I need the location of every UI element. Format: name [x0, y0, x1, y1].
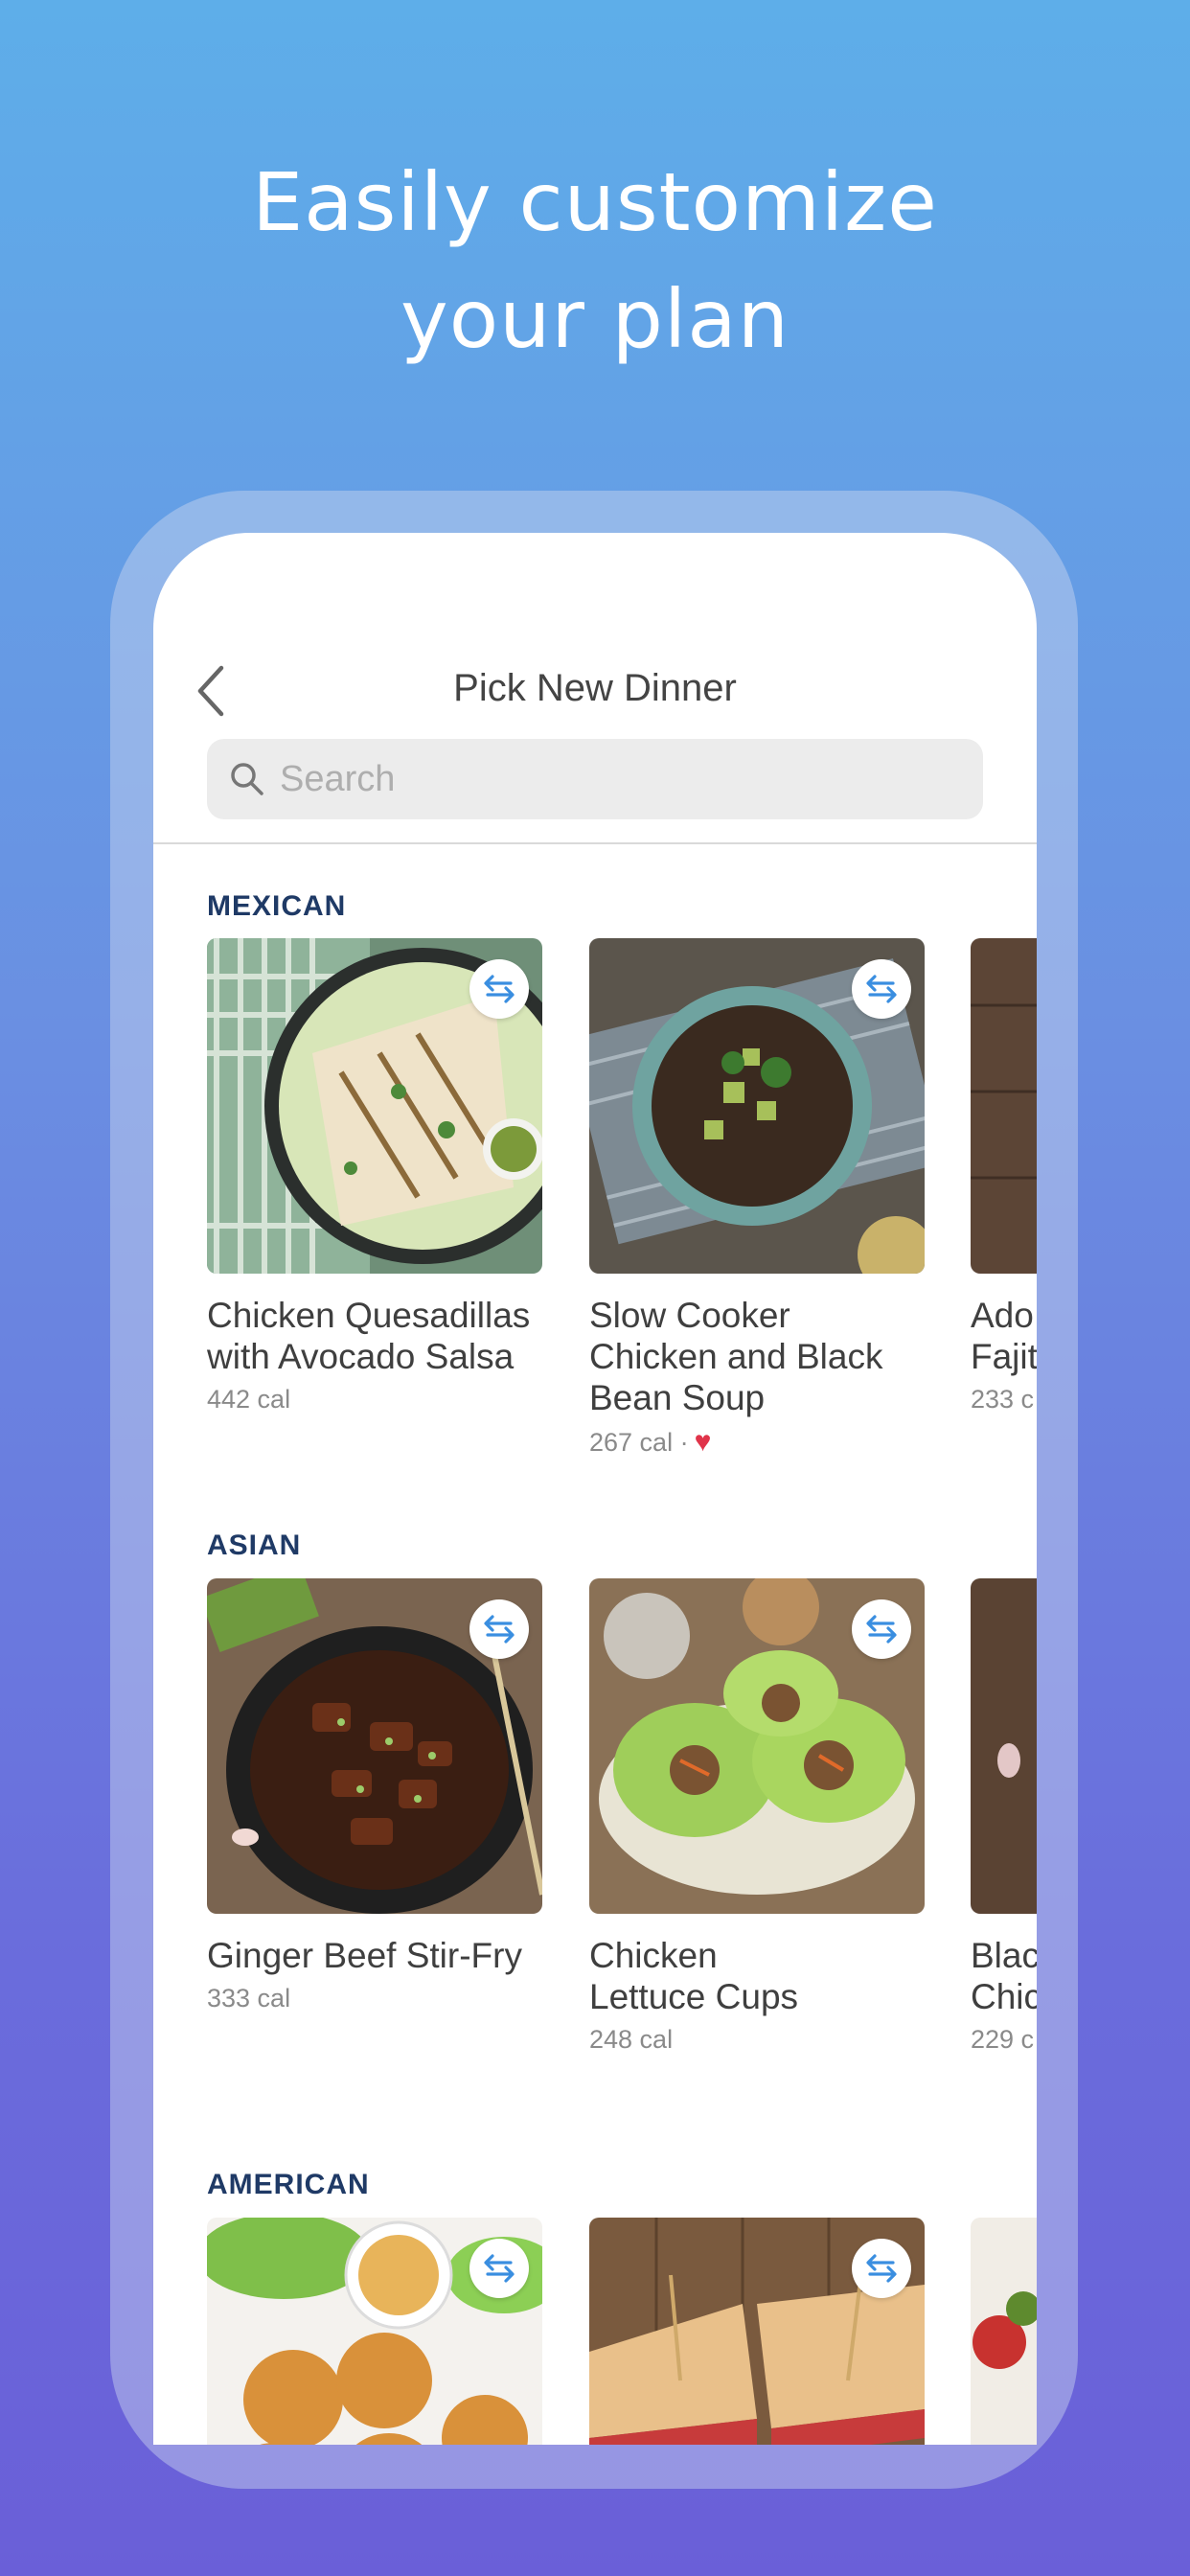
recipe-card[interactable]	[207, 2218, 542, 2445]
recipe-name: Slow Cooker Chicken and Black Bean Soup	[589, 1296, 883, 1417]
recipe-card[interactable]: Ado Fajit 233 c	[971, 938, 1037, 1414]
nav-bar: Pick New Dinner	[153, 533, 1037, 844]
recipe-card[interactable]	[971, 2218, 1037, 2445]
recipe-image	[207, 938, 542, 1274]
page-title: Pick New Dinner	[453, 667, 737, 709]
recipe-name: Chicken Quesadillas with Avocado Salsa	[207, 1296, 531, 1376]
recipe-image	[589, 938, 925, 1274]
search-input[interactable]	[280, 758, 950, 800]
swap-arrows-icon	[484, 2254, 515, 2283]
recipe-calories: 233 c	[971, 1385, 1035, 1414]
recipe-image	[589, 2218, 925, 2445]
phone-screen: Pick New Dinner MEXICAN	[153, 533, 1037, 2445]
headline-line-2: your plan	[400, 272, 790, 366]
section-title-mexican: MEXICAN	[207, 890, 347, 922]
recipe-calories: 229 c	[971, 2025, 1035, 2054]
swap-button[interactable]	[469, 1599, 529, 1659]
headline-line-1: Easily customize	[252, 155, 938, 249]
swap-arrows-icon	[866, 975, 897, 1003]
recipe-name: Ginger Beef Stir-Fry	[207, 1936, 522, 1975]
recipe-image	[207, 2218, 542, 2445]
recipe-card[interactable]: Slow Cooker Chicken and Black Bean Soup …	[589, 938, 925, 1459]
swap-button[interactable]	[469, 959, 529, 1019]
swap-button[interactable]	[852, 959, 911, 1019]
recipe-card[interactable]: Ginger Beef Stir-Fry 333 cal	[207, 1578, 542, 2013]
swap-arrows-icon	[866, 1615, 897, 1644]
swap-button[interactable]	[852, 2239, 911, 2298]
search-icon	[231, 763, 263, 795]
section-title-asian: ASIAN	[207, 1530, 302, 1561]
headline: Easily customize your plan	[0, 144, 1190, 378]
recipe-name: Chicken Lettuce Cups	[589, 1936, 799, 2016]
recipe-name: Blac Chic	[971, 1936, 1037, 2016]
swap-arrows-icon	[484, 1615, 515, 1644]
recipe-card[interactable]: Blac Chic 229 c	[971, 1578, 1037, 2055]
swap-button[interactable]	[469, 2239, 529, 2298]
heart-icon: ♥	[694, 1426, 712, 1458]
swap-arrows-icon	[866, 2254, 897, 2283]
recipe-card[interactable]: Chicken Lettuce Cups 248 cal	[589, 1578, 925, 2055]
recipe-calories: 442 cal	[207, 1385, 291, 1414]
recipe-card[interactable]	[589, 2218, 925, 2445]
recipe-image	[971, 1578, 1037, 1914]
swap-button[interactable]	[852, 1599, 911, 1659]
search-bar[interactable]	[207, 739, 983, 819]
swap-arrows-icon	[484, 975, 515, 1003]
recipe-image	[971, 2218, 1037, 2445]
recipe-name: Ado Fajit	[971, 1296, 1037, 1376]
recipe-image	[207, 1578, 542, 1914]
recipe-calories: 248 cal	[589, 2025, 674, 2054]
recipe-calories: 333 cal	[207, 1984, 291, 2012]
recipe-card[interactable]: Chicken Quesadillas with Avocado Salsa 4…	[207, 938, 542, 1414]
section-title-american: AMERICAN	[207, 2169, 370, 2200]
recipe-image	[971, 938, 1037, 1274]
recipe-image	[589, 1578, 925, 1914]
recipe-calories: 267 cal · ♥	[589, 1426, 712, 1458]
